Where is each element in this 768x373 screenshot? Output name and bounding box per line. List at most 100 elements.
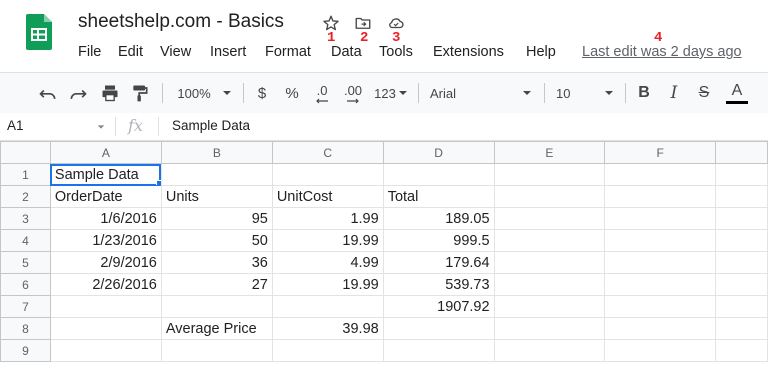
row-header[interactable]: 7: [0, 295, 51, 318]
cell[interactable]: [604, 273, 717, 296]
font-size-select[interactable]: 10: [556, 73, 578, 113]
cell[interactable]: 1/23/2016: [49, 229, 162, 252]
cell[interactable]: UnitCost: [271, 185, 384, 208]
cell[interactable]: [493, 295, 606, 318]
cell[interactable]: [493, 163, 606, 186]
cell[interactable]: OrderDate: [49, 185, 162, 208]
cell[interactable]: [49, 339, 162, 362]
cell[interactable]: [604, 251, 717, 274]
formula-input[interactable]: Sample Data: [172, 118, 250, 133]
cell[interactable]: [493, 339, 606, 362]
cell[interactable]: 189.05: [382, 207, 495, 230]
cell[interactable]: 50: [160, 229, 273, 252]
cell[interactable]: 1/6/2016: [49, 207, 162, 230]
cell[interactable]: 95: [160, 207, 273, 230]
cell[interactable]: [715, 273, 768, 296]
currency-format-button[interactable]: $: [253, 73, 271, 113]
cell[interactable]: [382, 339, 495, 362]
row-header[interactable]: 9: [0, 339, 51, 362]
strikethrough-button[interactable]: S: [694, 73, 714, 113]
cell[interactable]: Total: [382, 185, 495, 208]
chevron-down-icon[interactable]: [520, 73, 534, 113]
cell[interactable]: 4.99: [271, 251, 384, 274]
cell[interactable]: Average Price: [160, 317, 273, 340]
cell[interactable]: [604, 207, 717, 230]
chevron-down-icon[interactable]: [602, 73, 616, 113]
cell[interactable]: [715, 295, 768, 318]
italic-button[interactable]: I: [664, 73, 684, 113]
cell[interactable]: [49, 317, 162, 340]
cell[interactable]: Units: [160, 185, 273, 208]
chevron-down-icon[interactable]: [97, 124, 105, 130]
row-header[interactable]: 6: [0, 273, 51, 296]
cell[interactable]: [604, 163, 717, 186]
undo-icon[interactable]: [36, 73, 60, 113]
cell[interactable]: [160, 339, 273, 362]
row-header[interactable]: 5: [0, 251, 51, 274]
menu-tools[interactable]: Tools: [379, 44, 413, 60]
zoom-select[interactable]: 100%: [172, 73, 216, 113]
menu-edit[interactable]: Edit: [118, 44, 143, 60]
menu-view[interactable]: View: [160, 44, 191, 60]
cell[interactable]: [604, 229, 717, 252]
cell[interactable]: 39.98: [271, 317, 384, 340]
cell[interactable]: [715, 339, 768, 362]
cell[interactable]: 999.5: [382, 229, 495, 252]
row-header[interactable]: 3: [0, 207, 51, 230]
cell[interactable]: [493, 273, 606, 296]
column-header-overflow[interactable]: [715, 141, 768, 164]
cell[interactable]: [715, 229, 768, 252]
menu-file[interactable]: File: [78, 44, 101, 60]
cell[interactable]: [604, 295, 717, 318]
cell[interactable]: 1.99: [271, 207, 384, 230]
cell[interactable]: 539.73: [382, 273, 495, 296]
paint-format-icon[interactable]: [128, 73, 152, 113]
cell[interactable]: [604, 185, 717, 208]
cell[interactable]: 179.64: [382, 251, 495, 274]
cell[interactable]: [493, 207, 606, 230]
cell[interactable]: [382, 163, 495, 186]
chevron-down-icon[interactable]: [220, 73, 234, 113]
percent-format-button[interactable]: %: [282, 73, 302, 113]
cell[interactable]: 19.99: [271, 229, 384, 252]
column-header[interactable]: F: [604, 141, 717, 164]
chevron-down-icon[interactable]: [397, 73, 409, 113]
document-title[interactable]: sheetshelp.com - Basics: [78, 11, 284, 33]
row-header[interactable]: 4: [0, 229, 51, 252]
last-edit-link[interactable]: Last edit was 2 days ago: [582, 44, 742, 60]
cell[interactable]: [160, 163, 273, 186]
cell[interactable]: [271, 339, 384, 362]
cell[interactable]: 2/9/2016: [49, 251, 162, 274]
row-header[interactable]: 2: [0, 185, 51, 208]
cell[interactable]: [271, 295, 384, 318]
row-header[interactable]: 1: [0, 163, 51, 186]
menu-extensions[interactable]: Extensions: [433, 44, 504, 60]
column-header[interactable]: B: [160, 141, 273, 164]
row-header[interactable]: 8: [0, 317, 51, 340]
menu-insert[interactable]: Insert: [210, 44, 246, 60]
column-header[interactable]: D: [382, 141, 495, 164]
cell[interactable]: [49, 295, 162, 318]
column-header[interactable]: C: [271, 141, 384, 164]
cell[interactable]: [493, 317, 606, 340]
cell[interactable]: [715, 207, 768, 230]
select-all-corner[interactable]: [0, 141, 51, 164]
menu-format[interactable]: Format: [265, 44, 311, 60]
cell[interactable]: [493, 185, 606, 208]
cell[interactable]: 19.99: [271, 273, 384, 296]
cell[interactable]: 1907.92: [382, 295, 495, 318]
column-header[interactable]: E: [493, 141, 606, 164]
cell[interactable]: [715, 317, 768, 340]
cell[interactable]: 2/26/2016: [49, 273, 162, 296]
cell[interactable]: [382, 317, 495, 340]
cell[interactable]: [493, 229, 606, 252]
cell[interactable]: [271, 163, 384, 186]
fill-handle[interactable]: [155, 180, 161, 185]
cell[interactable]: [715, 163, 768, 186]
cell[interactable]: 27: [160, 273, 273, 296]
cell-a1[interactable]: Sample Data: [49, 163, 162, 186]
more-formats-button[interactable]: 123: [372, 73, 398, 113]
cell[interactable]: [715, 251, 768, 274]
decrease-decimal-button[interactable]: .0: [310, 73, 334, 113]
text-color-button[interactable]: A: [724, 73, 750, 113]
